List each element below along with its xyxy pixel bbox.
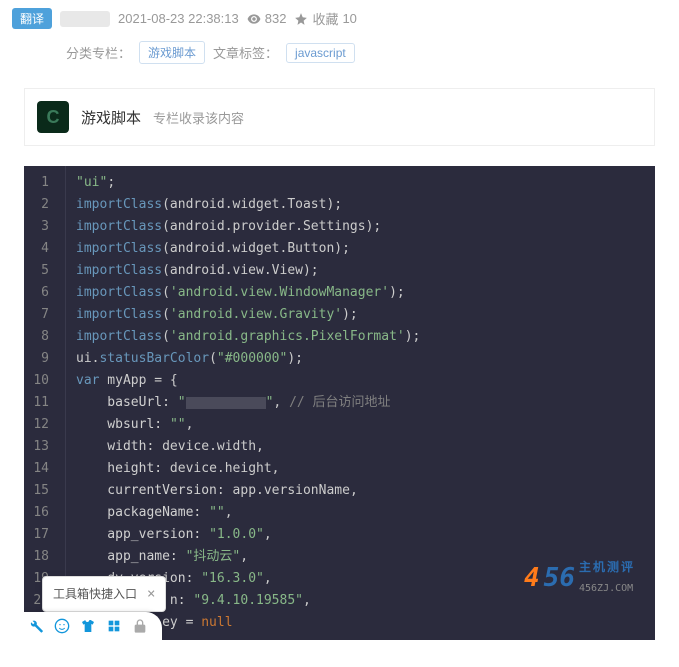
bottom-toolbar [24,612,162,640]
line-number: 14 [24,458,55,480]
eye-icon [247,12,261,26]
views-count: 832 [265,11,287,26]
code-line: "ui"; [76,172,645,194]
smile-icon[interactable] [54,618,70,634]
watermark-num1: 4 [524,567,540,589]
code-line: currentVersion: app.versionName, [76,480,645,502]
code-line: baseUrl: "", // 后台访问地址 [76,392,645,414]
favorites-count: 10 [342,11,356,26]
line-number: 15 [24,480,55,502]
line-number: 12 [24,414,55,436]
author-name-redacted [60,11,110,27]
column-subtitle: 专栏收录该内容 [153,108,244,127]
lock-icon[interactable] [132,618,148,634]
line-number: 11 [24,392,55,414]
line-number: 6 [24,282,55,304]
watermark: 456 主机测评 456ZJ.COM [524,556,635,600]
code-line: app_version: "1.0.0", [76,524,645,546]
column-section[interactable]: C 游戏脚本 专栏收录该内容 [24,88,655,146]
category-label: 分类专栏： [66,43,131,62]
column-title: 游戏脚本 [81,107,141,128]
line-number: 18 [24,546,55,568]
line-numbers: 123456789101112131415161718192021 [24,166,66,640]
code-line: importClass(android.provider.Settings); [76,216,645,238]
line-number: 17 [24,524,55,546]
favorites-stat[interactable]: 收藏 10 [294,9,356,28]
article-meta: 分类专栏： 游戏脚本 文章标签： javascript [0,37,679,76]
line-number: 1 [24,172,55,194]
code-line: importClass(android.widget.Toast); [76,194,645,216]
code-line: var myApp = { [76,370,645,392]
code-line: wbsurl: "", [76,414,645,436]
code-line: importClass('android.graphics.PixelForma… [76,326,645,348]
tooltip-text: 工具箱快捷入口 [53,583,137,605]
watermark-title: 主机测评 [579,556,635,578]
line-number: 5 [24,260,55,282]
code-block: 123456789101112131415161718192021 "ui";i… [24,166,655,640]
line-number: 10 [24,370,55,392]
favorites-label: 收藏 [312,9,338,28]
publish-timestamp: 2021-08-23 22:38:13 [118,11,239,26]
watermark-url: 456ZJ.COM [579,578,635,600]
column-icon: C [37,101,69,133]
code-line: importClass('android.view.Gravity'); [76,304,645,326]
line-number: 4 [24,238,55,260]
article-tag[interactable]: javascript [286,43,355,63]
wrench-icon[interactable] [28,618,44,634]
line-number: 7 [24,304,55,326]
watermark-num2: 56 [544,567,575,589]
grid-icon[interactable] [106,618,122,634]
code-line: width: device.width, [76,436,645,458]
code-line: importClass(android.view.View); [76,260,645,282]
tag-label: 文章标签： [213,43,278,62]
line-number: 13 [24,436,55,458]
line-number: 16 [24,502,55,524]
code-line: importClass('android.view.WindowManager'… [76,282,645,304]
line-number: 8 [24,326,55,348]
shirt-icon[interactable] [80,618,96,634]
line-number: 2 [24,194,55,216]
code-line: importClass(android.widget.Button); [76,238,645,260]
article-header: 翻译 2021-08-23 22:38:13 832 收藏 10 [0,0,679,37]
translate-button[interactable]: 翻译 [12,8,52,29]
line-number: 9 [24,348,55,370]
line-number: 3 [24,216,55,238]
toolbox-tooltip: 工具箱快捷入口 × [42,576,166,612]
code-line: height: device.height, [76,458,645,480]
views-stat: 832 [247,11,287,26]
star-icon [294,12,308,26]
code-line: packageName: "", [76,502,645,524]
category-tag[interactable]: 游戏脚本 [139,41,205,64]
code-line: ui.statusBarColor("#000000"); [76,348,645,370]
tooltip-close-icon[interactable]: × [147,583,155,605]
